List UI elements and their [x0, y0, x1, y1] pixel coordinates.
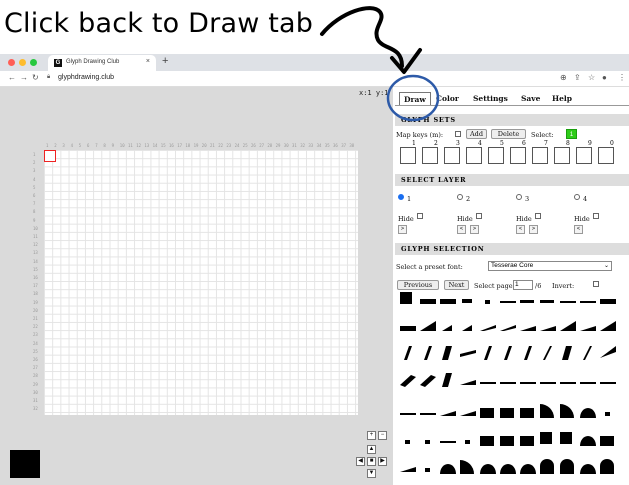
annotation-arrow-curve — [320, 6, 404, 68]
annotation-circle — [386, 74, 440, 122]
screenshot: Click back to Draw tab G Glyph Drawing C… — [0, 0, 629, 485]
annotation-overlay — [320, 6, 440, 122]
